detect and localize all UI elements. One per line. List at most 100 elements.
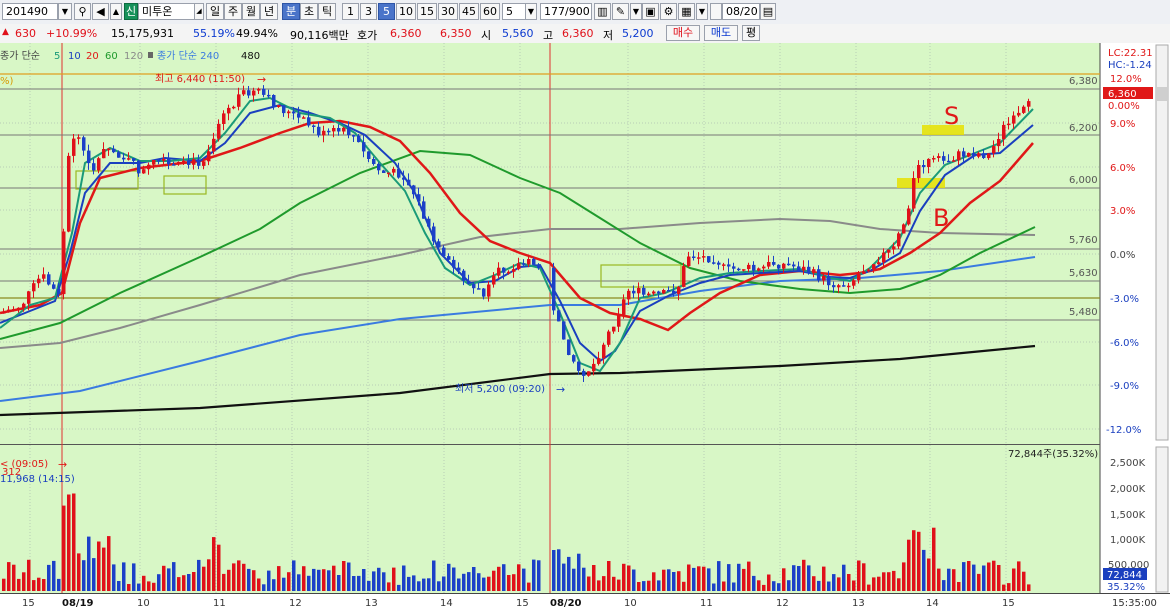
candle-body bbox=[837, 285, 841, 288]
volume-bar bbox=[867, 584, 871, 591]
period-day[interactable]: 일 bbox=[206, 3, 224, 20]
svg-text:9.0%: 9.0% bbox=[1110, 119, 1135, 130]
interval-15[interactable]: 15 bbox=[417, 3, 437, 20]
interval-5[interactable]: 5 bbox=[378, 3, 395, 20]
volume-bar bbox=[852, 580, 856, 591]
candle-body bbox=[572, 355, 576, 362]
volume-bar bbox=[632, 569, 636, 591]
price-scrollbar[interactable] bbox=[1155, 44, 1169, 441]
volume-bar bbox=[857, 560, 861, 591]
buy-mark: B bbox=[933, 204, 949, 232]
up-arrow-icon: ▲ bbox=[2, 27, 9, 37]
ask-price-1: 6,360 bbox=[390, 27, 422, 40]
svg-text:-6.0%: -6.0% bbox=[1110, 338, 1139, 349]
volume-bar bbox=[57, 578, 61, 591]
candle-body bbox=[817, 269, 821, 281]
volume-bar bbox=[112, 564, 116, 591]
buy-button[interactable]: 매수 bbox=[666, 25, 700, 41]
period-second[interactable]: 초 bbox=[300, 3, 318, 20]
candle-body bbox=[667, 290, 671, 292]
volume-bar bbox=[502, 564, 506, 591]
candle-body bbox=[162, 158, 166, 161]
volume-bar bbox=[407, 576, 411, 591]
volume-bar bbox=[392, 567, 396, 591]
candle-body bbox=[262, 88, 266, 95]
candle-body bbox=[267, 94, 271, 97]
settings-gear-icon[interactable]: ⚙ bbox=[660, 3, 677, 20]
volume-bar bbox=[237, 560, 241, 591]
volume-bar bbox=[527, 582, 531, 591]
legend-ma20: 20 bbox=[86, 51, 99, 62]
volume-bar bbox=[242, 563, 246, 591]
candle-body bbox=[1007, 123, 1011, 126]
interval-3[interactable]: 3 bbox=[360, 3, 377, 20]
interval-input[interactable]: 5 bbox=[502, 3, 526, 20]
drawing-icon[interactable]: ✎ bbox=[612, 3, 629, 20]
high-price: 6,360 bbox=[562, 27, 594, 40]
candle-body bbox=[92, 163, 96, 171]
candle-body bbox=[432, 226, 436, 242]
candle-body bbox=[807, 266, 811, 274]
candle-body bbox=[102, 149, 106, 159]
interval-30[interactable]: 30 bbox=[438, 3, 458, 20]
prev-icon[interactable]: ▲ bbox=[110, 3, 122, 20]
grid-icon[interactable]: ▦ bbox=[678, 3, 695, 20]
candle-body bbox=[52, 284, 56, 289]
eval-button[interactable]: 평 bbox=[742, 25, 760, 41]
date-checkbox[interactable] bbox=[710, 3, 722, 20]
stock-code-input[interactable]: 201490 bbox=[2, 3, 58, 20]
volume-bar bbox=[207, 559, 211, 591]
code-dropdown-icon[interactable]: ▼ bbox=[58, 3, 72, 20]
volume-bar bbox=[897, 578, 901, 591]
candle-body bbox=[392, 168, 396, 173]
name-expand-icon[interactable]: ◢ bbox=[194, 3, 204, 20]
volume-bar bbox=[627, 565, 631, 591]
volume-bar bbox=[902, 562, 906, 591]
candle-body bbox=[172, 164, 176, 166]
volume-bar bbox=[362, 569, 366, 591]
candle-body bbox=[237, 94, 241, 107]
svg-text:11: 11 bbox=[213, 598, 226, 609]
candle-body bbox=[362, 142, 366, 152]
date-input[interactable]: 08/20 bbox=[722, 3, 760, 20]
interval-1[interactable]: 1 bbox=[342, 3, 359, 20]
interval-10[interactable]: 10 bbox=[396, 3, 416, 20]
candle-body bbox=[682, 266, 686, 287]
speaker-icon[interactable]: ◀ bbox=[92, 3, 109, 20]
volume-bar bbox=[357, 575, 361, 591]
candle-body bbox=[12, 309, 16, 311]
candle-body bbox=[977, 153, 981, 157]
candle-body bbox=[982, 153, 986, 158]
save-icon[interactable]: ▣ bbox=[642, 3, 659, 20]
legend-ma5: 5 bbox=[54, 51, 60, 62]
candle-body bbox=[627, 290, 631, 300]
price-scroll-thumb[interactable] bbox=[1157, 87, 1167, 101]
volume-bar bbox=[492, 570, 496, 591]
calendar-icon[interactable]: ▤ bbox=[760, 3, 776, 20]
period-tick[interactable]: 틱 bbox=[318, 3, 336, 20]
interval-60[interactable]: 60 bbox=[480, 3, 500, 20]
volume-bar bbox=[582, 567, 586, 591]
period-minute[interactable]: 분 bbox=[282, 3, 300, 20]
period-year[interactable]: 년 bbox=[260, 3, 278, 20]
volume-bar bbox=[997, 565, 1001, 591]
candle-body bbox=[707, 256, 711, 263]
volume-scrollbar[interactable] bbox=[1155, 446, 1169, 593]
volume-bar bbox=[772, 581, 776, 591]
grid-dropdown-icon[interactable]: ▼ bbox=[696, 3, 708, 20]
interval-dropdown-icon[interactable]: ▼ bbox=[525, 3, 537, 20]
drawing-dropdown-icon[interactable]: ▼ bbox=[630, 3, 642, 20]
stock-name: 미투온 bbox=[138, 3, 195, 20]
candle-body bbox=[752, 264, 756, 271]
volume-bar bbox=[367, 580, 371, 591]
candle-body bbox=[677, 286, 681, 294]
bar-chart-icon[interactable]: ▥ bbox=[594, 3, 611, 20]
volume-bar bbox=[602, 576, 606, 591]
search-icon[interactable]: ⚲ bbox=[74, 3, 91, 20]
interval-45[interactable]: 45 bbox=[459, 3, 479, 20]
volume-bar bbox=[612, 576, 616, 591]
period-month[interactable]: 월 bbox=[242, 3, 260, 20]
sell-button[interactable]: 매도 bbox=[704, 25, 738, 41]
period-week[interactable]: 주 bbox=[224, 3, 242, 20]
volume-bar bbox=[437, 581, 441, 591]
